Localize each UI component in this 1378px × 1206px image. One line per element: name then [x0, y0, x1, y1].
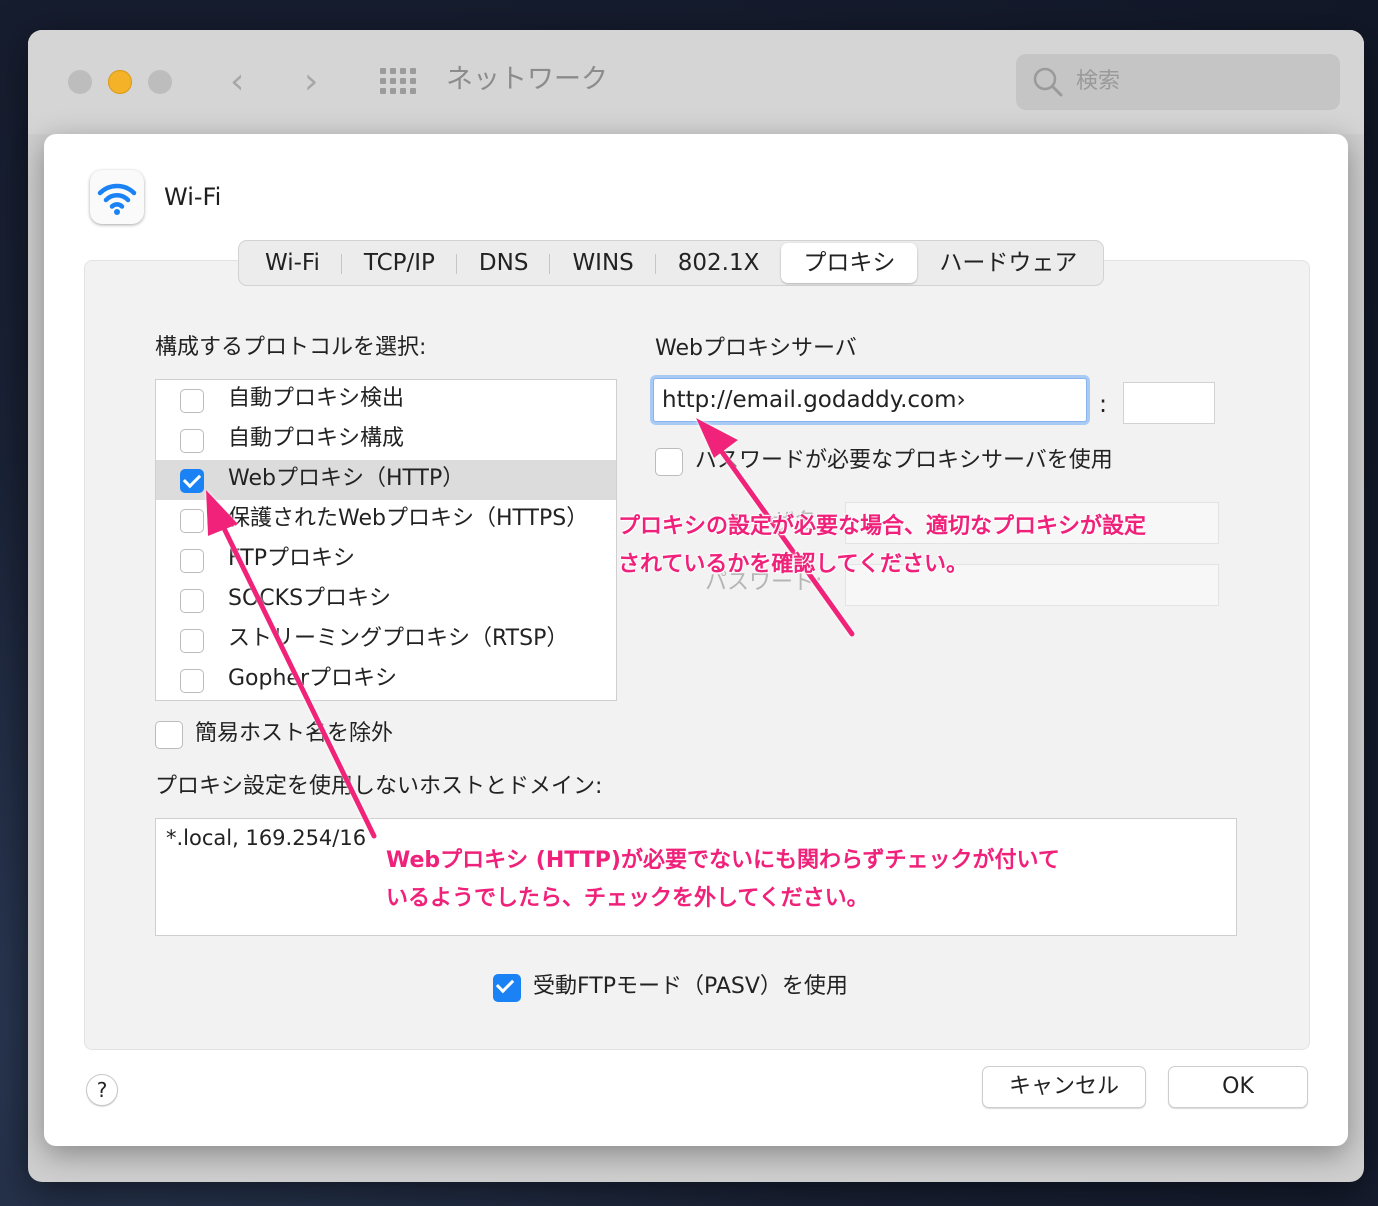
- exclude-simple-hostnames-label: 簡易ホスト名を除外: [195, 721, 394, 746]
- proxy-port-input[interactable]: [1123, 382, 1215, 424]
- checkbox[interactable]: [180, 389, 204, 413]
- title-bar: ‹ › ネットワーク 検索: [28, 30, 1364, 134]
- annotation-note-1: プロキシの設定が必要な場合、適切なプロキシが設定 されているかを確認してください…: [618, 514, 1147, 577]
- wifi-icon: [97, 183, 137, 215]
- tab-proxy[interactable]: プロキシ: [781, 243, 918, 283]
- list-item[interactable]: ストリーミングプロキシ（RTSP）: [156, 620, 616, 660]
- proxy-server-value: http://email.godaddy.com›: [662, 387, 966, 413]
- protocol-list[interactable]: 自動プロキシ検出 自動プロキシ構成 Webプロキシ（HTTP） 保護されたWeb…: [155, 379, 617, 701]
- search-placeholder: 検索: [1076, 69, 1121, 94]
- web-proxy-server-heading: Webプロキシサーバ: [655, 336, 857, 361]
- list-item-label: Webプロキシ（HTTP）: [228, 466, 465, 491]
- proxy-panel: 構成するプロトコルを選択: 自動プロキシ検出 自動プロキシ構成 Webプロキシ（…: [84, 260, 1310, 1050]
- list-item[interactable]: 自動プロキシ構成: [156, 420, 616, 460]
- list-item[interactable]: FTPプロキシ: [156, 540, 616, 580]
- tab-tcpip[interactable]: TCP/IP: [342, 243, 457, 283]
- exclude-simple-hostnames-checkbox[interactable]: [155, 721, 183, 749]
- tab-wins[interactable]: WINS: [550, 243, 657, 283]
- search-icon: [1033, 67, 1063, 97]
- list-item-label: ストリーミングプロキシ（RTSP）: [228, 626, 569, 651]
- close-window-button[interactable]: [68, 70, 92, 94]
- list-item[interactable]: 保護されたWebプロキシ（HTTPS）: [156, 500, 616, 540]
- annotation-note-2: Webプロキシ (HTTP)が必要でないにも関わらずチェックが付いて いるようで…: [386, 848, 1060, 911]
- list-item-label: 自動プロキシ構成: [228, 426, 405, 451]
- interface-name: Wi-Fi: [164, 183, 222, 211]
- tab-wifi[interactable]: Wi-Fi: [243, 243, 342, 283]
- list-item[interactable]: 自動プロキシ検出: [156, 380, 616, 420]
- list-item-label: SOCKSプロキシ: [228, 586, 392, 611]
- tab-dns[interactable]: DNS: [457, 243, 551, 283]
- proxy-settings-sheet: Wi-Fi 構成するプロトコルを選択: 自動プロキシ検出 自動プロキシ構成 We…: [44, 134, 1348, 1146]
- list-item-label: 保護されたWebプロキシ（HTTPS）: [228, 506, 589, 531]
- password-required-checkbox[interactable]: [655, 448, 683, 476]
- proxy-server-input[interactable]: http://email.godaddy.com›: [653, 378, 1087, 422]
- list-item-label: 自動プロキシ検出: [228, 386, 405, 411]
- list-item-label: FTPプロキシ: [228, 546, 355, 571]
- pasv-label: 受動FTPモード（PASV）を使用: [533, 974, 848, 999]
- checkbox-checked[interactable]: [180, 469, 204, 493]
- zoom-window-button[interactable]: [148, 70, 172, 94]
- port-separator: :: [1099, 390, 1108, 418]
- list-item[interactable]: SOCKSプロキシ: [156, 580, 616, 620]
- window-title: ネットワーク: [446, 64, 608, 95]
- pasv-checkbox[interactable]: [493, 974, 521, 1002]
- checkbox[interactable]: [180, 629, 204, 653]
- password-required-label: パスワードが必要なプロキシサーバを使用: [695, 448, 1113, 473]
- list-item[interactable]: Gopherプロキシ: [156, 660, 616, 700]
- show-all-grid-icon[interactable]: [380, 68, 416, 94]
- tab-bar: Wi-Fi TCP/IP DNS WINS 802.1X プロキシ ハードウェア: [238, 240, 1105, 286]
- checkbox[interactable]: [180, 509, 204, 533]
- ok-button[interactable]: OK: [1168, 1066, 1308, 1108]
- tab-hardware[interactable]: ハードウェア: [917, 243, 1099, 283]
- list-item-label: Gopherプロキシ: [228, 666, 397, 691]
- bypass-heading: プロキシ設定を使用しないホストとドメイン:: [155, 774, 603, 799]
- protocol-heading: 構成するプロトコルを選択:: [155, 335, 427, 360]
- search-field[interactable]: 検索: [1016, 54, 1340, 110]
- forward-button[interactable]: ›: [304, 58, 318, 106]
- tab-8021x[interactable]: 802.1X: [656, 243, 782, 283]
- checkbox[interactable]: [180, 669, 204, 693]
- checkbox[interactable]: [180, 429, 204, 453]
- checkbox[interactable]: [180, 549, 204, 573]
- minimize-window-button[interactable]: [108, 70, 132, 94]
- list-item-selected[interactable]: Webプロキシ（HTTP）: [156, 460, 616, 500]
- checkbox[interactable]: [180, 589, 204, 613]
- cancel-button[interactable]: キャンセル: [982, 1066, 1146, 1108]
- wifi-badge: [90, 170, 144, 224]
- help-button[interactable]: ?: [86, 1074, 118, 1106]
- bypass-hosts-value: *.local, 169.254/16: [166, 826, 367, 850]
- back-button[interactable]: ‹: [230, 58, 244, 106]
